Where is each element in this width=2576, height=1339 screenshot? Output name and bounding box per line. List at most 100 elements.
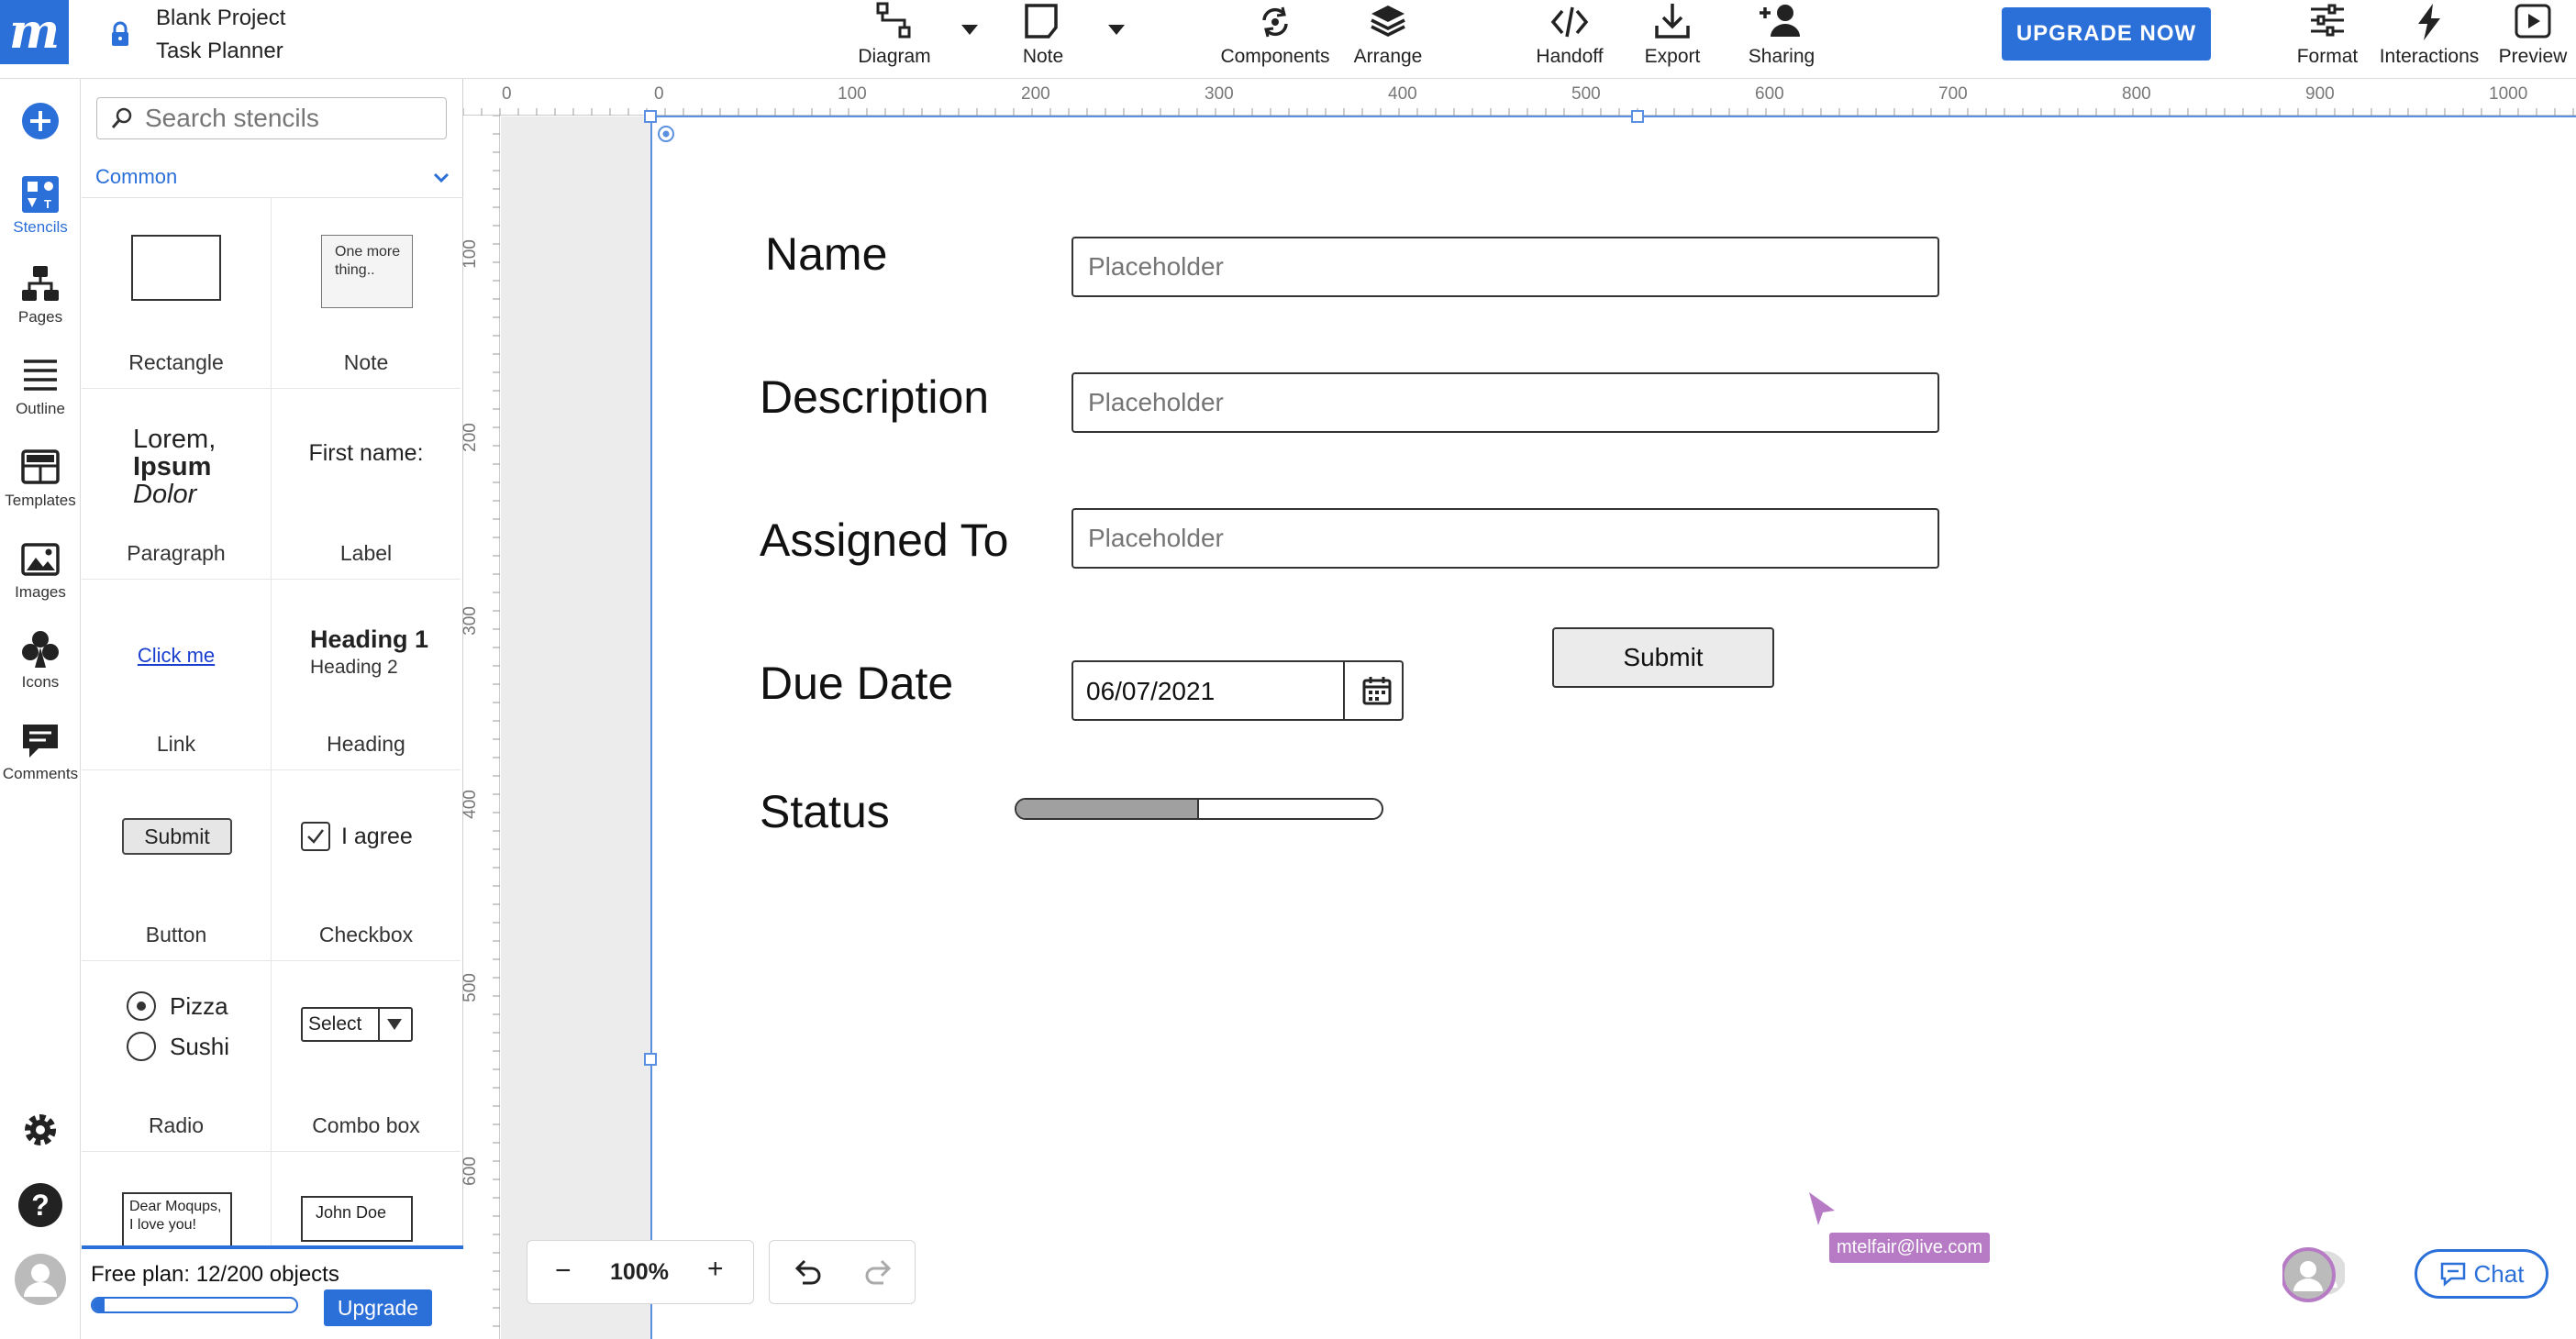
rail-images[interactable]: Images	[0, 539, 81, 602]
interactions-button[interactable]: Interactions	[2378, 0, 2481, 73]
club-icon	[22, 631, 59, 668]
stencil-text-input[interactable]: John Doe	[272, 1152, 461, 1245]
format-button[interactable]: Format	[2286, 0, 2369, 73]
page-selection-top	[650, 116, 2576, 117]
upgrade-button[interactable]: Upgrade	[324, 1289, 432, 1326]
play-icon	[2515, 4, 2551, 39]
rail-comments-label: Comments	[2, 765, 79, 782]
ruler-left-label: 500	[460, 973, 480, 1002]
user-avatar[interactable]	[0, 1253, 81, 1306]
add-button[interactable]	[0, 101, 81, 141]
paragraph-line: Ipsum	[133, 452, 212, 481]
ruler-top-label: 1000	[2489, 84, 2528, 104]
stencil-button[interactable]: Submit Button	[82, 770, 271, 961]
stencil-radio[interactable]: Pizza Sushi Radio	[82, 961, 271, 1152]
lock-icon[interactable]	[106, 20, 134, 48]
format-label: Format	[2296, 46, 2359, 67]
stencil-label: Label	[339, 541, 393, 565]
stencil-checkbox[interactable]: I agree Checkbox	[272, 770, 461, 961]
preview-button[interactable]: Preview	[2492, 0, 2574, 73]
stencil-text-area[interactable]: Dear Moqups, I love you!	[82, 1152, 271, 1245]
top-toolbar: m Blank Project Task Planner Diagram Not…	[0, 0, 2576, 79]
outline-icon	[24, 360, 57, 391]
due-date-picker[interactable]: 06/07/2021	[1071, 660, 1404, 721]
assigned-to-input[interactable]	[1071, 508, 1939, 569]
search-input[interactable]	[145, 98, 439, 138]
collaborator-avatars[interactable]	[2282, 1247, 2345, 1304]
chat-button[interactable]: Chat	[2415, 1249, 2548, 1299]
note-preview-text: One more thing..	[335, 244, 401, 278]
redo-icon[interactable]	[863, 1257, 894, 1289]
help-button[interactable]: ?	[0, 1181, 81, 1229]
radio-selected-icon	[127, 991, 156, 1021]
note-icon	[1025, 4, 1058, 39]
diagram-button[interactable]: Diagram	[853, 0, 936, 73]
paragraph-preview: Lorem, Ipsum Dolor	[133, 426, 216, 508]
sharing-label: Sharing	[1748, 46, 1815, 67]
name-input[interactable]	[1071, 237, 1939, 297]
combo-preview-text: Select	[308, 1013, 362, 1035]
ruler-left: 100 200 300 400 500 600	[460, 116, 500, 1339]
radio-preview-option: Pizza	[170, 992, 228, 1020]
diagram-dropdown-caret[interactable]	[961, 25, 978, 35]
selection-handle[interactable]	[644, 110, 657, 123]
components-button[interactable]: Components	[1211, 0, 1339, 73]
checkbox-preview-label: I agree	[341, 824, 413, 849]
stencil-label[interactable]: First name: Label	[272, 389, 461, 580]
rail-comments[interactable]: Comments	[0, 721, 81, 783]
note-button[interactable]: Note	[1002, 0, 1084, 73]
arrange-button[interactable]: Arrange	[1347, 0, 1429, 73]
plan-usage-fill	[93, 1299, 105, 1311]
app-logo[interactable]: m	[0, 0, 69, 64]
note-dropdown-caret[interactable]	[1108, 25, 1125, 35]
diagram-label: Diagram	[858, 46, 931, 67]
rail-stencils-label: Stencils	[13, 218, 68, 236]
project-name[interactable]: Blank Project	[156, 6, 285, 31]
stencil-heading[interactable]: Heading 1 Heading 2 Heading	[272, 580, 461, 770]
upgrade-now-button[interactable]: UPGRADE NOW	[2002, 7, 2211, 61]
rail-outline[interactable]: Outline	[0, 356, 81, 418]
stencil-note[interactable]: One more thing.. Note	[272, 198, 461, 389]
history-controls	[769, 1240, 916, 1304]
stencil-link[interactable]: Click me Link	[82, 580, 271, 770]
code-icon	[1550, 6, 1589, 38]
ruler-left-label: 600	[460, 1156, 480, 1186]
zoom-out-button[interactable]: −	[555, 1256, 572, 1287]
export-label: Export	[1644, 46, 1701, 67]
handoff-button[interactable]: Handoff	[1528, 0, 1611, 73]
ruler-top-label: 500	[1571, 84, 1601, 104]
submit-button[interactable]: Submit	[1552, 627, 1774, 688]
description-input[interactable]	[1071, 372, 1939, 433]
sliders-icon	[2311, 4, 2344, 37]
zoom-level[interactable]: 100%	[610, 1259, 669, 1286]
ruler-top: 0 0 100 200 300 400 500 600 700 800 900 …	[463, 79, 2576, 116]
category-header[interactable]: Common	[82, 158, 463, 198]
selection-handle[interactable]	[644, 1053, 657, 1066]
rail-icons[interactable]: Icons	[0, 629, 81, 692]
rotate-handle-icon[interactable]	[657, 125, 675, 143]
calendar-icon[interactable]	[1361, 675, 1393, 706]
chevron-down-icon	[433, 172, 450, 183]
canvas-page[interactable]	[650, 116, 2576, 1339]
stencil-paragraph[interactable]: Lorem, Ipsum Dolor Paragraph	[82, 389, 271, 580]
ruler-top-label: 800	[2122, 84, 2151, 104]
collaborator-cursor-label: mtelfair@live.com	[1829, 1233, 1991, 1263]
export-button[interactable]: Export	[1631, 0, 1714, 73]
ruler-top-label: 200	[1021, 84, 1050, 104]
search-box[interactable]	[96, 97, 447, 139]
selection-handle[interactable]	[1631, 110, 1644, 123]
rail-pages[interactable]: Pages	[0, 264, 81, 326]
page-name[interactable]: Task Planner	[156, 39, 283, 64]
status-progress-bar	[1015, 798, 1383, 820]
ruler-top-label: 400	[1388, 84, 1417, 104]
triangle-down-icon	[387, 1019, 402, 1030]
rail-stencils[interactable]: T Stencils	[0, 174, 81, 237]
rail-templates[interactable]: Templates	[0, 448, 81, 510]
stencil-rectangle[interactable]: Rectangle	[82, 198, 271, 389]
sharing-button[interactable]: Sharing	[1736, 0, 1827, 73]
zoom-in-button[interactable]: +	[707, 1254, 724, 1285]
chat-label: Chat	[2473, 1259, 2525, 1288]
undo-icon[interactable]	[792, 1257, 823, 1289]
stencil-combo-box[interactable]: Select Combo box	[272, 961, 461, 1152]
settings-button[interactable]	[0, 1110, 81, 1150]
